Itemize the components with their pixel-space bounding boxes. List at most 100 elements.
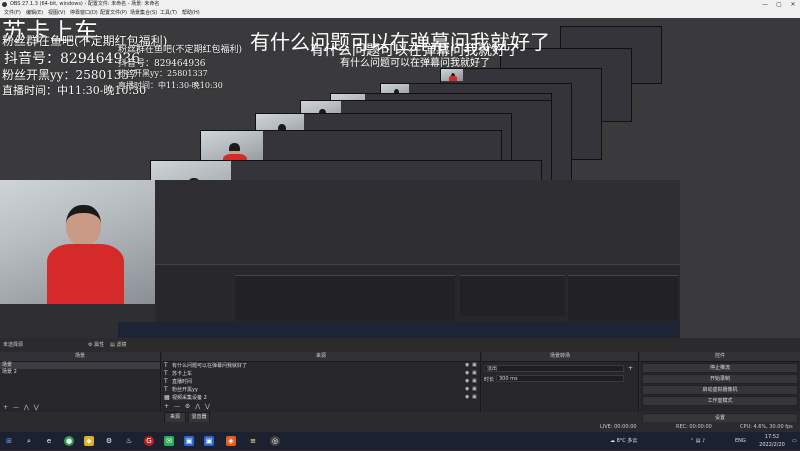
source-toolbar: 未选择源 ⚙ 属性 ▤ 滤镜 bbox=[0, 340, 800, 351]
filters-button[interactable]: ▤ 滤镜 bbox=[110, 340, 126, 351]
menu-view[interactable]: 视图(V) bbox=[48, 9, 65, 18]
obs-taskbar-icon[interactable]: ◎ bbox=[270, 436, 280, 446]
camera-icon: ▦ bbox=[164, 394, 170, 401]
blue-app-icon[interactable]: ▣ bbox=[184, 436, 194, 446]
scenes-dock: 场景 场景 场景 2 + — ⋀ ⋁ bbox=[0, 352, 161, 412]
live-status: LIVE: 00:00:00 bbox=[600, 424, 637, 430]
menu-scene-collection[interactable]: 场景集合(S) bbox=[130, 9, 157, 18]
lock-icon[interactable]: ▣ bbox=[472, 371, 477, 376]
orange-app-icon[interactable]: ◈ bbox=[226, 436, 236, 446]
chevron-up-icon[interactable]: ⌃ bbox=[690, 438, 694, 444]
window-title: OBS 27.1.3 (64-bit, windows) - 配置文件: 未命名… bbox=[10, 1, 160, 7]
red-app-icon[interactable]: G bbox=[144, 436, 154, 446]
clock-date: 2022/2/20 bbox=[759, 442, 785, 448]
scene-item[interactable]: 场景 2 bbox=[0, 369, 160, 376]
steam-icon[interactable]: ♨ bbox=[124, 436, 134, 446]
text-icon: T bbox=[164, 370, 168, 377]
start-recording-button[interactable]: 开始录制 bbox=[642, 374, 798, 384]
properties-button[interactable]: ⚙ 属性 bbox=[88, 340, 104, 351]
menu-tools[interactable]: 工具(T) bbox=[160, 9, 177, 18]
menu-file[interactable]: 文件(F) bbox=[4, 9, 21, 18]
source-up-icon[interactable]: ⋀ bbox=[195, 403, 200, 410]
scene-item[interactable]: 场景 bbox=[0, 362, 160, 369]
visibility-eye-icon[interactable]: ◉ bbox=[465, 395, 470, 400]
sources-dock-title: 来源 bbox=[162, 352, 480, 362]
clock-time: 17:52 bbox=[764, 434, 780, 440]
sources-dock-footer: + — ⚙ ⋀ ⋁ bbox=[164, 402, 284, 411]
visibility-eye-icon[interactable]: ◉ bbox=[465, 387, 470, 392]
text-icon: T bbox=[164, 386, 168, 393]
preview-canvas[interactable]: 苏卡上车 粉丝群在鱼吧(不定期红包福利) 抖音号：829464936 粉丝开黑y… bbox=[0, 18, 800, 338]
stop-streaming-button[interactable]: 停止推流 bbox=[642, 363, 798, 373]
chrome-icon[interactable]: ● bbox=[64, 436, 74, 446]
close-button[interactable]: ✕ bbox=[786, 0, 800, 9]
overlay-live-time-echo: 直播时间：中11:30-晚10:30 bbox=[118, 81, 223, 90]
edge-browser-icon[interactable]: e bbox=[44, 436, 54, 446]
windows-taskbar: ⊞ ⌕ e ● ◆ ⚙ ♨ G ✉ ▣ ▣ ◈ ≡ ◎ ☁ 8°C 多云 ⌃ ▤… bbox=[0, 432, 800, 450]
lock-icon[interactable]: ▣ bbox=[472, 395, 477, 400]
maximize-button[interactable]: ▢ bbox=[772, 0, 786, 9]
blue-app-icon-2[interactable]: ▣ bbox=[204, 436, 214, 446]
controls-dock: 控件 停止推流 开始录制 启动虚拟摄像机 工作室模式 bbox=[640, 352, 800, 412]
visibility-eye-icon[interactable]: ◉ bbox=[465, 371, 470, 376]
wechat-icon[interactable]: ✉ bbox=[164, 436, 174, 446]
source-item[interactable]: T 粉丝开黑yy ◉ ▣ bbox=[162, 386, 480, 394]
no-source-label: 未选择源 bbox=[3, 342, 24, 348]
language-indicator[interactable]: ENG bbox=[735, 432, 746, 450]
visibility-eye-icon[interactable]: ◉ bbox=[465, 363, 470, 368]
duration-input[interactable]: 300 ms bbox=[496, 375, 624, 382]
transitions-dock-title: 场景转场 bbox=[482, 352, 638, 362]
windows-start-icon[interactable]: ⊞ bbox=[4, 436, 14, 446]
duration-label: 时长 bbox=[484, 377, 495, 383]
transition-type-select[interactable]: 淡出 bbox=[484, 365, 624, 372]
transitions-dock: 场景转场 淡出 + 时长 300 ms bbox=[482, 352, 639, 412]
source-properties-icon[interactable]: ⚙ bbox=[185, 403, 190, 410]
source-item[interactable]: T 苏卡上车 ◉ ▣ bbox=[162, 370, 480, 378]
menu-edit[interactable]: 编辑(E) bbox=[26, 9, 43, 18]
cpu-status: CPU: 4.6%, 30.00 fps bbox=[740, 424, 793, 430]
lock-icon[interactable]: ▣ bbox=[472, 387, 477, 392]
tray-icons[interactable]: ⌃ ▤ ♪ bbox=[690, 432, 705, 450]
visibility-eye-icon[interactable]: ◉ bbox=[465, 379, 470, 384]
webcam-feed bbox=[0, 180, 155, 304]
game-app-icon[interactable]: ◆ bbox=[84, 436, 94, 446]
settings-gear-icon[interactable]: ⚙ bbox=[104, 436, 114, 446]
overlay-scroll-echo-2: 有什么问题可以在弹幕问我就好了 bbox=[340, 58, 490, 69]
docks-area: 场景 场景 场景 2 + — ⋀ ⋁ 来源 T 有什么问题可以在弹幕问我就好了 … bbox=[0, 352, 800, 412]
menu-docks[interactable]: 停靠窗口(D) bbox=[70, 9, 98, 18]
overlay-fan-channel-text: 粉丝开黑yy：25801337 bbox=[2, 68, 137, 82]
move-up-icon[interactable]: ⋀ bbox=[24, 404, 29, 411]
start-virtual-camera-button[interactable]: 启动虚拟摄像机 bbox=[642, 385, 798, 395]
clock[interactable]: 17:52 2022/2/20 bbox=[752, 432, 792, 451]
move-down-icon[interactable]: ⋁ bbox=[34, 404, 39, 411]
volume-icon[interactable]: ♪ bbox=[702, 438, 705, 444]
menu-help[interactable]: 帮助(H) bbox=[182, 9, 200, 18]
scenes-dock-footer: + — ⋀ ⋁ bbox=[0, 403, 160, 412]
source-item[interactable]: T 有什么问题可以在弹幕问我就好了 ◉ ▣ bbox=[162, 362, 480, 370]
source-item[interactable]: ▦ 视频采集设备 2 ◉ ▣ bbox=[162, 394, 480, 402]
add-source-button[interactable]: + bbox=[164, 403, 169, 410]
nested-preview-frame-large bbox=[0, 180, 680, 338]
source-item[interactable]: T 直播时间 ◉ ▣ bbox=[162, 378, 480, 386]
add-scene-button[interactable]: + bbox=[3, 404, 8, 411]
search-icon[interactable]: ⌕ bbox=[24, 436, 34, 446]
lock-icon[interactable]: ▣ bbox=[472, 363, 477, 368]
overlay-fan-group-echo: 粉丝群在鱼吧(不定期红包福利) bbox=[118, 45, 243, 55]
controls-dock-title: 控件 bbox=[640, 352, 800, 362]
remove-source-button[interactable]: — bbox=[174, 403, 180, 410]
minimize-button[interactable]: — bbox=[758, 0, 772, 9]
transition-add-icon[interactable]: + bbox=[628, 365, 633, 372]
overlay-fan-channel-echo: 粉丝开黑yy：25801337 bbox=[118, 69, 208, 78]
network-icon[interactable]: ▤ bbox=[696, 438, 701, 444]
source-down-icon[interactable]: ⋁ bbox=[205, 403, 210, 410]
remove-scene-button[interactable]: — bbox=[13, 404, 19, 411]
dark-app-icon[interactable]: ≡ bbox=[248, 436, 258, 446]
notification-icon[interactable]: ▭ bbox=[792, 432, 797, 450]
status-bar: LIVE: 00:00:00 REC: 00:00:00 CPU: 4.6%, … bbox=[0, 422, 800, 432]
menu-profile[interactable]: 配置文件(P) bbox=[100, 9, 127, 18]
window-titlebar: OBS 27.1.3 (64-bit, windows) - 配置文件: 未命名… bbox=[0, 0, 800, 9]
text-icon: T bbox=[164, 362, 168, 369]
studio-mode-button[interactable]: 工作室模式 bbox=[642, 396, 798, 406]
lock-icon[interactable]: ▣ bbox=[472, 379, 477, 384]
weather-widget[interactable]: ☁ 8°C 多云 bbox=[610, 432, 637, 450]
